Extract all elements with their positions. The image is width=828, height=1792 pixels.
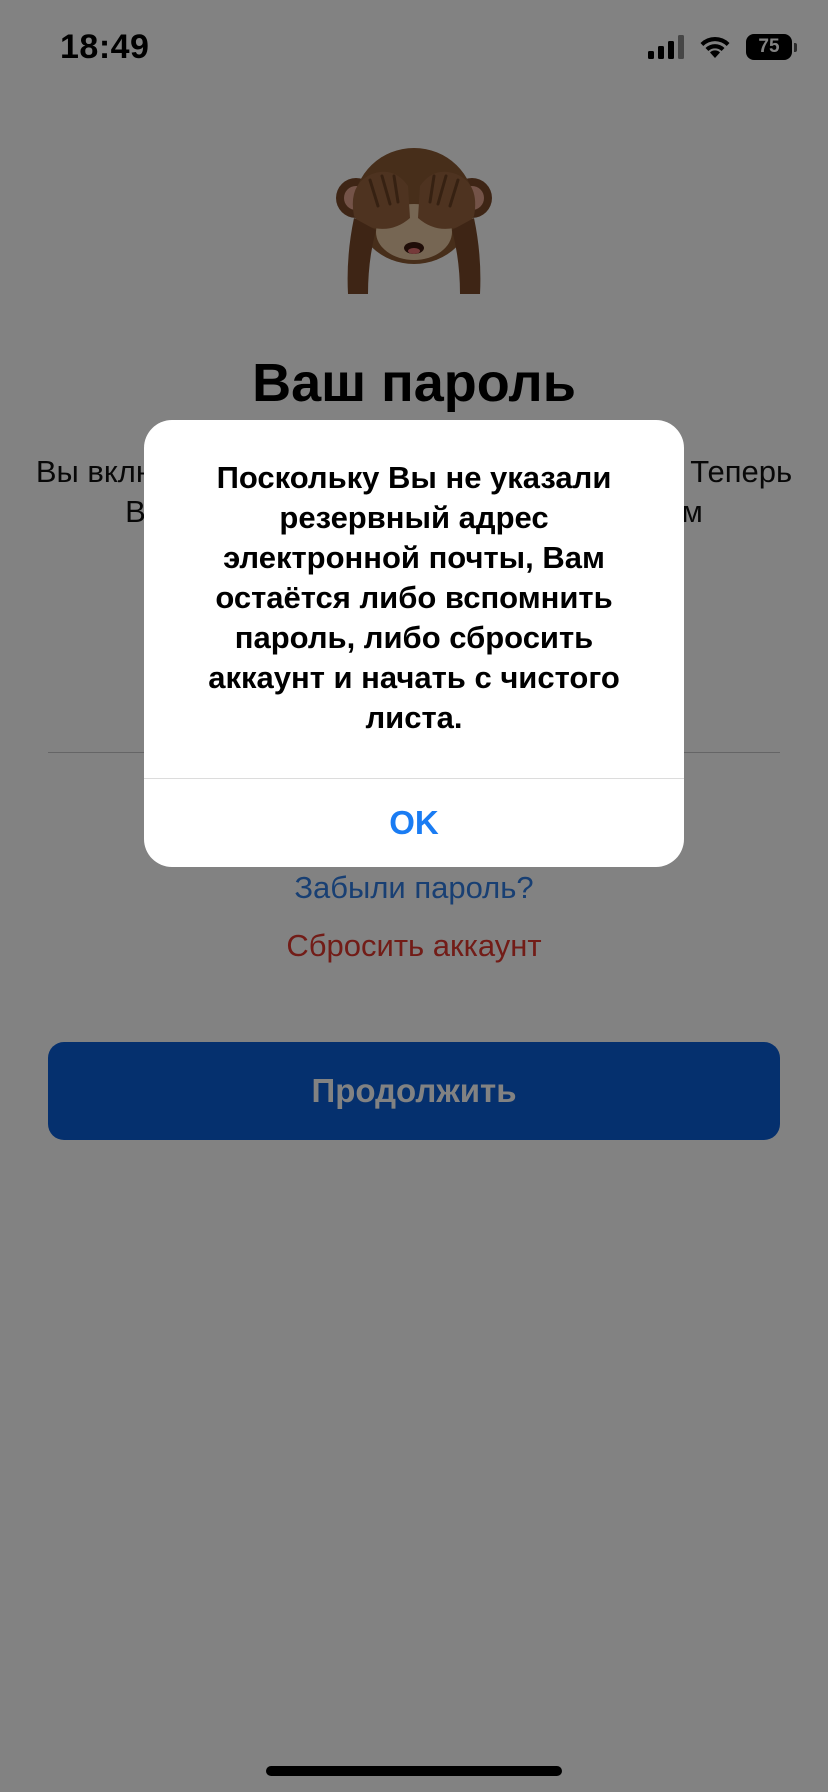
- dim-overlay: [0, 0, 828, 1792]
- alert-message: Поскольку Вы не указали резервный адрес …: [208, 460, 620, 735]
- alert-dialog: Поскольку Вы не указали резервный адрес …: [144, 420, 684, 867]
- alert-ok-button[interactable]: OK: [144, 779, 684, 867]
